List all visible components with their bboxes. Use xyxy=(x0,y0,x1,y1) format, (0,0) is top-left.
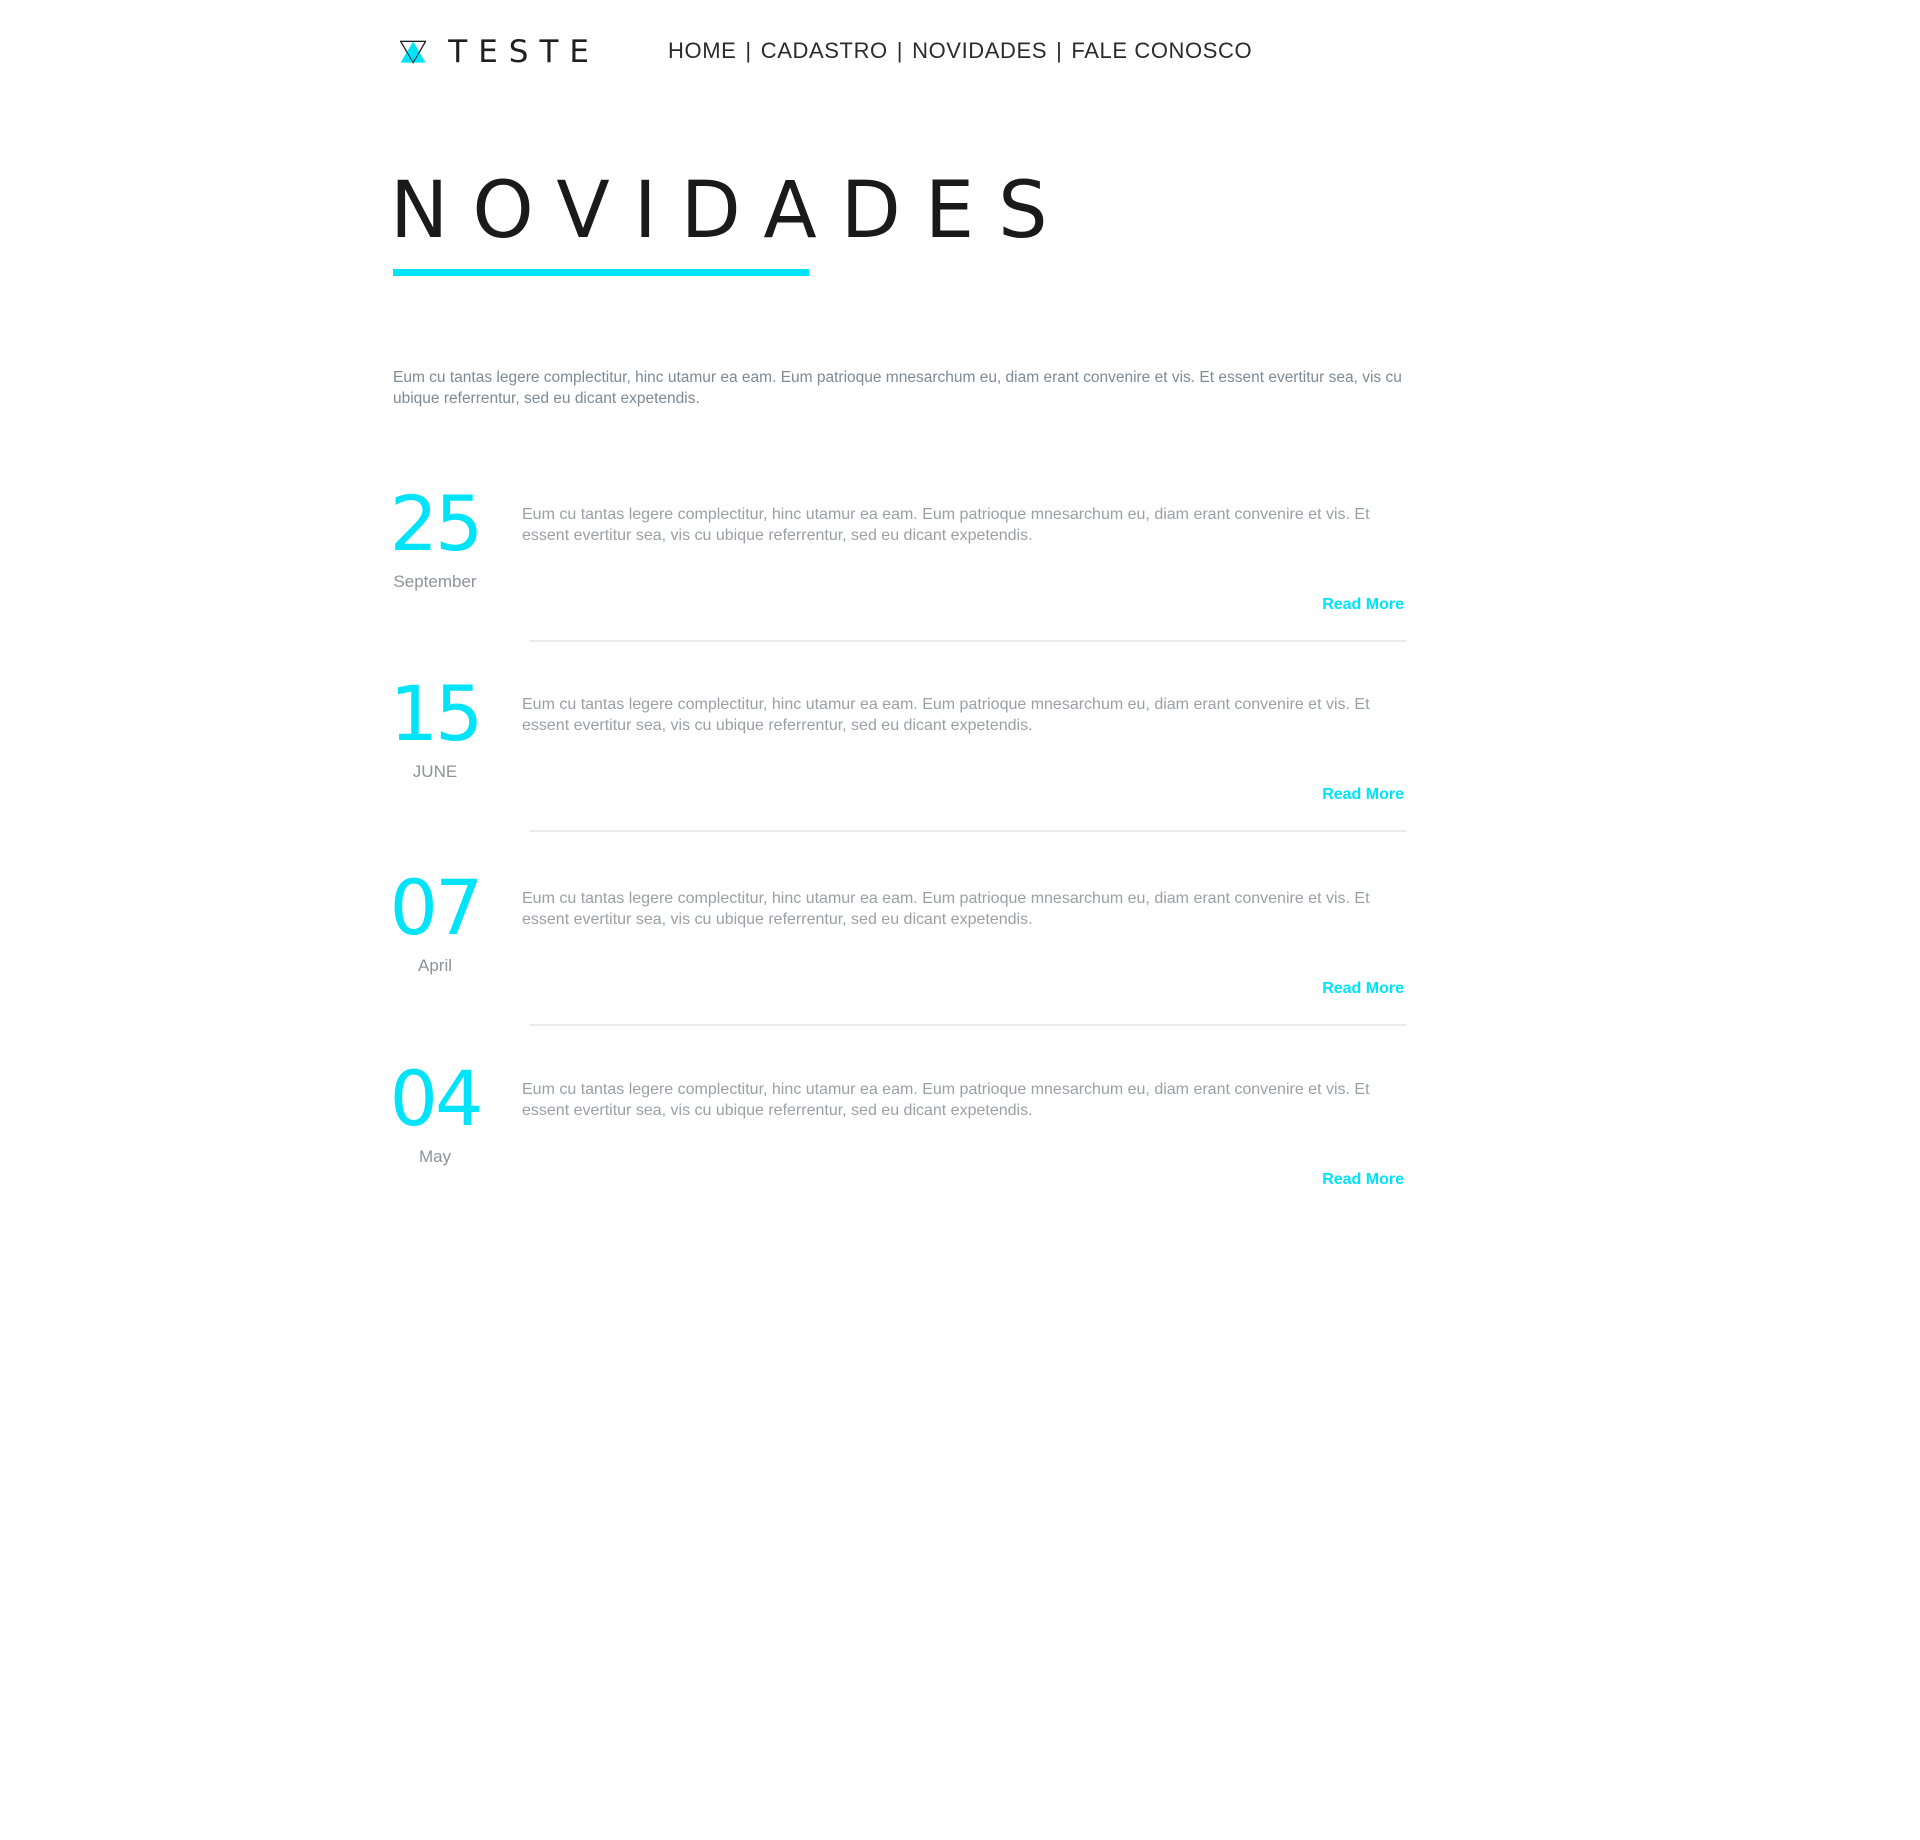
logo-link[interactable]: TESTE xyxy=(400,32,600,72)
nav-item-cadastro[interactable]: CADASTRO xyxy=(761,38,888,64)
news-day: 15 xyxy=(389,669,484,758)
news-month: JUNE xyxy=(412,762,458,781)
news-item: 04 May Eum cu tantas legere complectitur… xyxy=(380,1061,1410,1221)
news-month: April xyxy=(417,956,452,975)
nav-item-fale-conosco[interactable]: FALE CONOSCO xyxy=(1071,38,1252,64)
nav-separator: | xyxy=(1056,38,1063,63)
divider xyxy=(530,830,1406,832)
news-text: Eum cu tantas legere complectitur, hinc … xyxy=(522,1081,1370,1119)
nav-separator: | xyxy=(745,38,752,63)
divider xyxy=(530,640,1406,642)
read-more-link[interactable]: Read More xyxy=(1322,980,1404,998)
news-item: 15 JUNE Eum cu tantas legere complectitu… xyxy=(380,676,1410,836)
nav-separator: | xyxy=(896,38,904,63)
read-more-link[interactable]: Read More xyxy=(1322,596,1404,614)
news-text: Eum cu tantas legere complectitur, hinc … xyxy=(522,696,1370,734)
read-more-link[interactable]: Read More xyxy=(1322,1171,1404,1189)
news-month: May xyxy=(418,1147,452,1166)
site-header: TESTE HOME | CADASTRO | NOVIDADES | FALE… xyxy=(0,0,1920,100)
intro-text: Eum cu tantas legere complectitur, hinc … xyxy=(393,369,1402,407)
title-underline xyxy=(393,269,809,276)
divider xyxy=(530,1024,1406,1026)
nav-item-home[interactable]: HOME xyxy=(668,38,736,64)
news-item: 25 September Eum cu tantas legere comple… xyxy=(380,486,1410,646)
news-text: Eum cu tantas legere complectitur, hinc … xyxy=(522,506,1370,544)
news-day: 25 xyxy=(389,479,484,568)
brand-name: TESTE xyxy=(448,34,600,70)
nav-item-novidades[interactable]: NOVIDADES xyxy=(912,38,1047,64)
triangle-logo-icon xyxy=(400,40,427,64)
news-day: 07 xyxy=(389,863,484,952)
main-nav: HOME | CADASTRO | NOVIDADES | FALE CONOS… xyxy=(668,36,1252,66)
news-text: Eum cu tantas legere complectitur, hinc … xyxy=(522,890,1370,928)
news-month: September xyxy=(393,572,477,591)
read-more-link[interactable]: Read More xyxy=(1322,786,1404,804)
page-title: NOVIDADES xyxy=(390,166,1072,256)
news-day: 04 xyxy=(389,1054,484,1143)
news-item: 07 April Eum cu tantas legere complectit… xyxy=(380,870,1410,1030)
